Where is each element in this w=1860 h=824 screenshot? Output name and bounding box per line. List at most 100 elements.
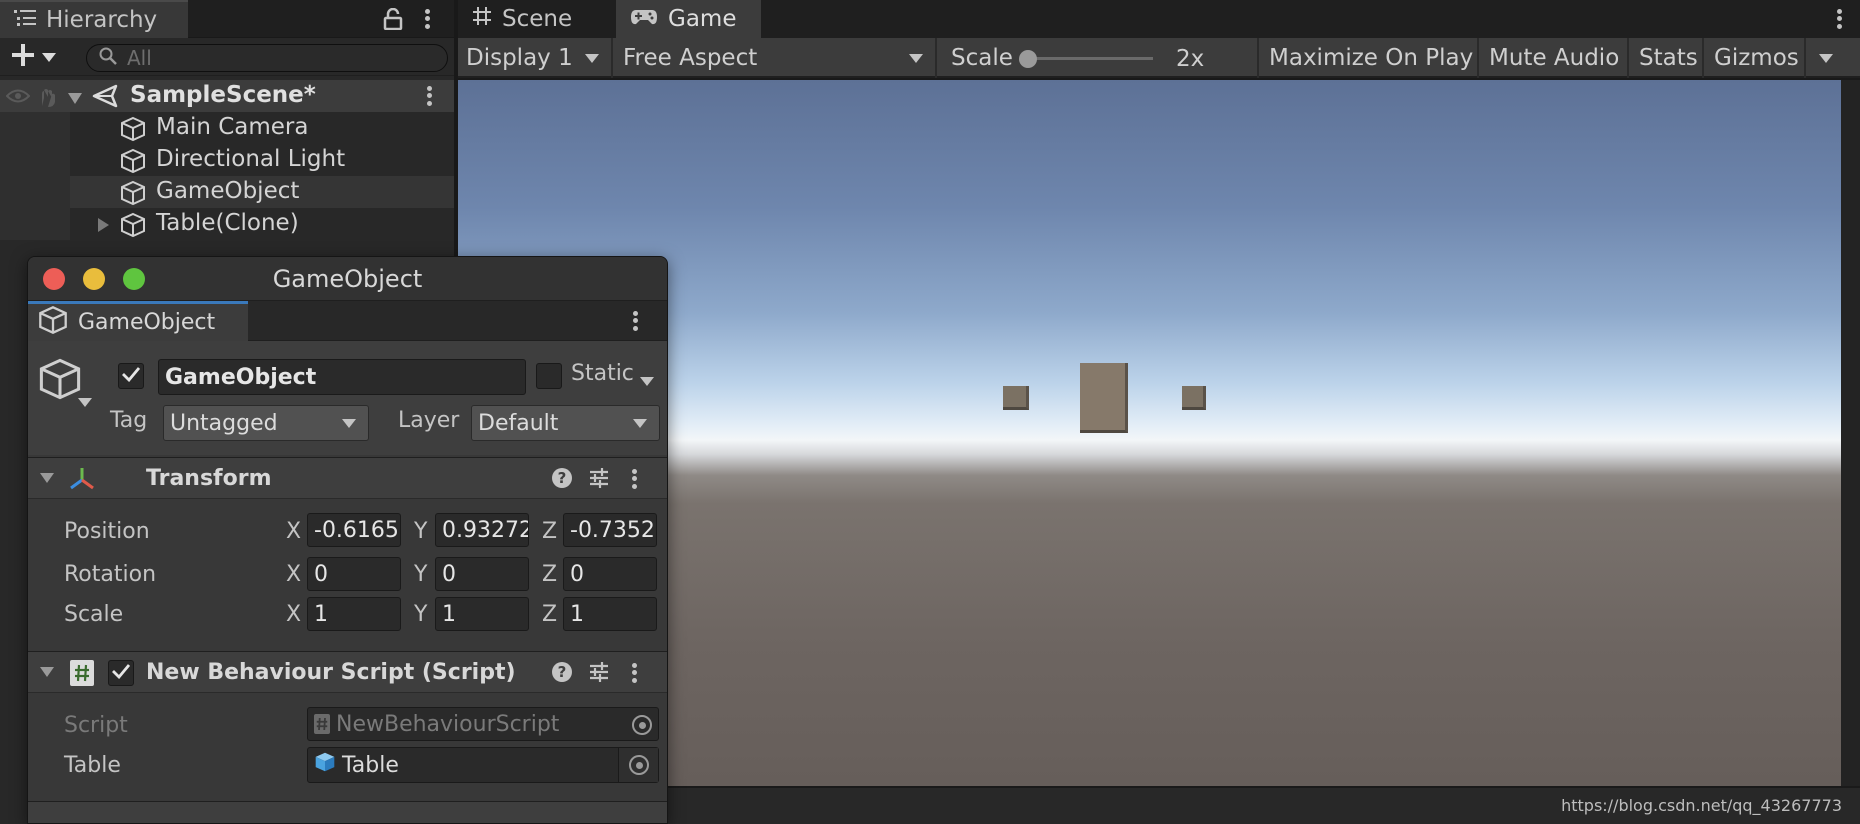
viewport-scrollbar[interactable] [1841,80,1860,824]
tab-hierarchy[interactable]: Hierarchy [0,0,188,38]
active-checkbox[interactable] [118,363,144,389]
rotation-z-field[interactable]: 0 [563,557,657,591]
chevron-down-icon [42,48,56,67]
scale-label: Scale [951,45,1013,71]
hierarchy-menu-icon[interactable] [418,6,436,32]
transform-menu-icon[interactable] [625,466,643,492]
axis-x-label[interactable]: X [286,519,301,544]
table-field-label[interactable]: Table [64,753,121,778]
transform-header[interactable]: Transform ? [28,457,667,499]
scene-cube-right [1182,386,1206,410]
object-picker-icon [632,715,652,735]
axis-z-label[interactable]: Z [542,602,557,627]
mute-audio-toggle[interactable]: Mute Audio [1481,38,1629,78]
axis-z-label[interactable]: Z [542,519,557,544]
gizmos-dropdown[interactable] [1808,38,1841,78]
help-icon[interactable]: ? [552,662,572,682]
stats-toggle[interactable]: Stats [1631,38,1704,78]
axis-x-label[interactable]: X [286,602,301,627]
axis-y-label[interactable]: Y [414,562,427,587]
layer-dropdown[interactable]: Default [471,405,660,441]
axis-y-label[interactable]: Y [414,519,427,544]
object-picker-button[interactable] [618,748,658,782]
transform-axes-icon [68,466,96,496]
scene-expand-icon[interactable] [68,90,82,109]
hierarchy-item-table-clone[interactable]: Table(Clone) [0,208,454,240]
script-enabled-checkbox[interactable] [108,660,134,686]
game-tabbar: Scene Game [458,0,1860,38]
hierarchy-item-main-camera[interactable]: Main Camera [0,112,454,144]
inspector-titlebar[interactable]: GameObject [28,257,667,301]
hierarchy-item-label: Directional Light [156,146,346,172]
script-field-label: Script [64,713,128,738]
position-z-field[interactable]: -0.7352 [563,513,657,547]
tab-inspector-gameobject[interactable]: GameObject [28,301,248,341]
hierarchy-item-gameobject[interactable]: GameObject [0,176,454,208]
layer-value: Default [478,410,559,436]
maximize-on-play-toggle[interactable]: Maximize On Play [1261,38,1479,78]
list-icon [14,7,36,33]
tab-scene[interactable]: Scene [458,0,613,38]
game-menu-icon[interactable] [1830,6,1848,32]
scale-z-field[interactable]: 1 [563,597,657,631]
rotation-label[interactable]: Rotation [64,562,156,587]
position-y-field[interactable]: 0.93272 [435,513,529,547]
axis-x-label[interactable]: X [286,562,301,587]
scene-cube-center [1080,363,1128,433]
gameobject-name-field[interactable]: GameObject [158,359,526,395]
tab-inspector-label: GameObject [78,310,216,335]
visibility-icon[interactable] [5,88,31,108]
scene-menu-icon[interactable] [420,83,438,109]
inspector-window-title: GameObject [272,265,423,293]
gizmos-toggle[interactable]: Gizmos [1706,38,1806,78]
foldout-arrow-icon[interactable] [40,473,54,483]
scale-y-field[interactable]: 1 [435,597,529,631]
row-gutter [0,144,70,176]
lock-icon[interactable] [383,7,403,31]
script-field-value: NewBehaviourScript [336,711,560,737]
gameobject-large-icon[interactable] [38,357,82,405]
tag-dropdown[interactable]: Untagged [163,405,369,441]
presets-icon[interactable] [588,661,610,687]
pickable-icon[interactable] [36,86,58,112]
gameobject-cube-icon [120,116,146,146]
aspect-dropdown[interactable]: Free Aspect [615,38,937,78]
scale-label[interactable]: Scale [64,602,123,627]
scene-row[interactable]: SampleScene* [0,80,454,112]
script-hash-icon [314,714,330,734]
search-input[interactable] [127,46,427,70]
static-dropdown-icon[interactable] [640,372,654,391]
create-button[interactable] [10,44,68,70]
tab-game-label: Game [668,6,737,32]
scale-slider-track[interactable] [1023,57,1153,60]
inspector-menu-icon[interactable] [626,308,644,334]
position-x-field[interactable]: -0.6165 [307,513,401,547]
help-icon[interactable]: ? [552,468,572,488]
unity-scene-icon [92,84,118,112]
script-menu-icon[interactable] [625,660,643,686]
checkmark-icon [111,663,131,683]
tab-game[interactable]: Game [616,0,761,38]
hierarchy-item-label: Table(Clone) [156,210,299,236]
icon-dropdown-arrow-icon[interactable] [78,393,92,412]
presets-icon[interactable] [588,467,610,493]
axis-y-label[interactable]: Y [414,602,427,627]
scale-x-field[interactable]: 1 [307,597,401,631]
axis-z-label[interactable]: Z [542,562,557,587]
foldout-arrow-icon[interactable] [40,667,54,677]
display-dropdown[interactable]: Display 1 [458,38,613,78]
position-label[interactable]: Position [64,519,150,544]
game-toolbar: Display 1 Free Aspect Scale 2x Maximize … [458,38,1860,78]
table-object-field[interactable]: Table [307,747,659,783]
scale-slider-thumb[interactable] [1019,50,1037,68]
hierarchy-item-directional-light[interactable]: Directional Light [0,144,454,176]
static-checkbox[interactable] [536,363,562,389]
rotation-y-field[interactable]: 0 [435,557,529,591]
script-component-header[interactable]: New Behaviour Script (Script) ? [28,651,667,693]
chevron-down-icon [633,419,647,428]
row-gutter [0,176,70,208]
expand-arrow-icon[interactable] [98,217,110,236]
scale-value: 2x [1176,46,1205,72]
hierarchy-search[interactable] [86,44,448,72]
rotation-x-field[interactable]: 0 [307,557,401,591]
